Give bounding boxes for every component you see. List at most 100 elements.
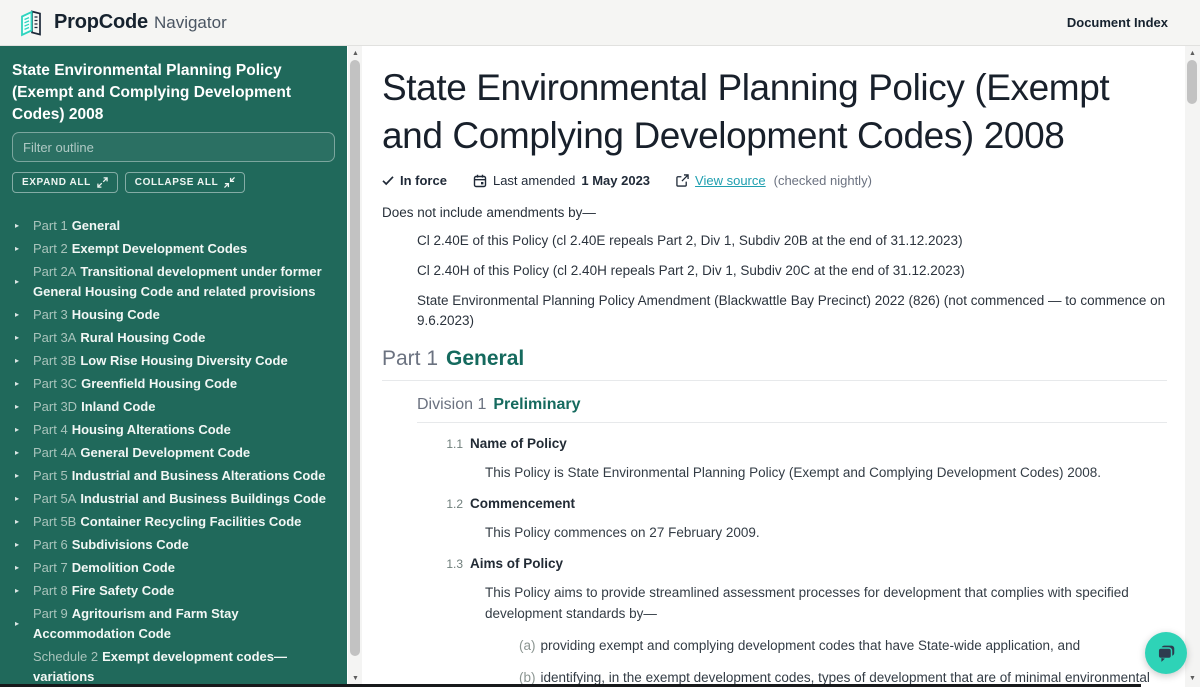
- section-paragraph: This Policy commences on 27 February 200…: [485, 522, 1167, 543]
- list-marker: (b): [519, 670, 536, 685]
- division-block: Division 1 Preliminary 1.1 Name of Policy…: [417, 396, 1167, 687]
- collapse-icon: [224, 177, 235, 188]
- caret-right-icon: ▸: [15, 489, 19, 509]
- document-index-link[interactable]: Document Index: [1067, 15, 1168, 30]
- caret-right-icon: ▸: [15, 420, 19, 440]
- calendar-icon: [473, 174, 487, 188]
- outline-item-title: Subdivisions Code: [72, 537, 189, 552]
- caret-right-icon: ▸: [15, 328, 19, 348]
- status-text: In force: [400, 173, 447, 188]
- amendment-note: Cl 2.40E of this Policy (cl 2.40E repeal…: [417, 231, 1167, 251]
- app-header: PropCode Navigator Document Index: [0, 0, 1200, 46]
- outline-item[interactable]: ▸Part 1General: [12, 216, 335, 236]
- outline-item-title: Exempt Development Codes: [72, 241, 248, 256]
- outline-item-title: Container Recycling Facilities Code: [80, 514, 301, 529]
- collapse-all-label: COLLAPSE ALL: [135, 177, 219, 188]
- outline-item[interactable]: ▸Part 3CGreenfield Housing Code: [12, 374, 335, 394]
- caret-right-icon: ▸: [15, 466, 19, 486]
- outline-item[interactable]: ▸Part 3BLow Rise Housing Diversity Code: [12, 351, 335, 371]
- source-check-note: (checked nightly): [774, 173, 872, 188]
- outline-item[interactable]: ▸Part 9Agritourism and Farm Stay Accommo…: [12, 604, 335, 644]
- outline-item[interactable]: ▸Part 3DInland Code: [12, 397, 335, 417]
- outline-item-number: Part 2: [33, 241, 68, 256]
- sidebar: State Environmental Planning Policy (Exe…: [0, 46, 347, 687]
- section-heading: 1.3 Aims of Policy: [437, 556, 1167, 571]
- outline-item[interactable]: ▸Part 5Industrial and Business Alteratio…: [12, 466, 335, 486]
- outline-item[interactable]: ▸Part 2Exempt Development Codes: [12, 239, 335, 259]
- list-marker: (a): [519, 638, 536, 653]
- sidebar-scrollbar-thumb[interactable]: [350, 60, 360, 656]
- outline-item-title: Rural Housing Code: [80, 330, 205, 345]
- outline-item[interactable]: ▸Part 5BContainer Recycling Facilities C…: [12, 512, 335, 532]
- outline-item-title: Transitional development under former Ge…: [33, 264, 322, 299]
- section-heading: 1.2 Commencement: [437, 496, 1167, 511]
- outline-item[interactable]: ▸Schedule 2Exempt development codes—vari…: [12, 647, 335, 687]
- caret-right-icon: ▸: [15, 614, 19, 634]
- outline-item-title: Fire Safety Code: [72, 583, 175, 598]
- division-number: Division 1: [417, 396, 486, 413]
- outline-item-number: Part 3A: [33, 330, 76, 345]
- outline-item-number: Part 4: [33, 422, 68, 437]
- outline-item[interactable]: ▸Part 5AIndustrial and Business Building…: [12, 489, 335, 509]
- outline-controls: EXPAND ALL COLLAPSE ALL: [12, 172, 335, 193]
- external-link-icon: [676, 174, 689, 187]
- sidebar-scrollbar[interactable]: ▲ ▼: [347, 46, 362, 687]
- caret-right-icon: ▸: [15, 272, 19, 292]
- scroll-up-arrow[interactable]: ▲: [1185, 47, 1200, 60]
- aims-list-item: (a) providing exempt and complying develo…: [519, 635, 1167, 656]
- source-row: View source (checked nightly): [676, 173, 872, 188]
- expand-icon: [97, 177, 108, 188]
- sidebar-doc-title: State Environmental Planning Policy (Exe…: [12, 60, 335, 126]
- outline-item[interactable]: ▸Part 3Housing Code: [12, 305, 335, 325]
- check-icon: [382, 175, 394, 186]
- amended-label: Last amended: [493, 173, 575, 188]
- division-title: Preliminary: [493, 396, 580, 413]
- outline-item-number: Part 9: [33, 606, 68, 621]
- caret-right-icon: ▸: [15, 558, 19, 578]
- expand-all-label: EXPAND ALL: [22, 177, 91, 188]
- main-scrollbar-thumb[interactable]: [1187, 60, 1197, 104]
- list-text: providing exempt and complying developme…: [541, 638, 1081, 653]
- outline-item-number: Part 6: [33, 537, 68, 552]
- caret-right-icon: ▸: [15, 535, 19, 555]
- section-title: Name of Policy: [470, 436, 567, 451]
- section-heading: 1.1 Name of Policy: [437, 436, 1167, 451]
- collapse-all-button[interactable]: COLLAPSE ALL: [125, 172, 246, 193]
- part-heading: Part 1 General: [382, 347, 1167, 381]
- outline-item[interactable]: ▸ Part 3A Rural Housing Code: [12, 328, 335, 348]
- outline-item[interactable]: ▸ Part 2ATransitional development under f…: [12, 262, 335, 302]
- part-number: Part 1: [382, 347, 438, 370]
- amendments-intro: Does not include amendments by—: [382, 205, 1167, 220]
- part-title: General: [446, 347, 524, 370]
- outline-item[interactable]: ▸Part 8Fire Safety Code: [12, 581, 335, 601]
- scroll-up-arrow[interactable]: ▲: [348, 47, 363, 60]
- amendment-note: Cl 2.40H of this Policy (cl 2.40H repeal…: [417, 261, 1167, 281]
- expand-all-button[interactable]: EXPAND ALL: [12, 172, 118, 193]
- caret-right-icon: ▸: [15, 512, 19, 532]
- brand-suffix: Navigator: [154, 13, 227, 33]
- outline-item-number: Part 2A: [33, 264, 76, 279]
- section: 1.1 Name of Policy This Policy is State …: [437, 436, 1167, 483]
- outline-item[interactable]: ▸ Part 6 Subdivisions Code: [12, 535, 335, 555]
- outline-item-number: Part 3: [33, 307, 68, 322]
- outline-item-title: Low Rise Housing Diversity Code: [80, 353, 287, 368]
- outline-item-number: Part 3B: [33, 353, 76, 368]
- section-number: 1.1: [437, 437, 463, 451]
- chat-widget-button[interactable]: [1145, 632, 1187, 674]
- scroll-down-arrow[interactable]: ▼: [1185, 672, 1200, 685]
- outline-item-title: Housing Code: [72, 307, 160, 322]
- outline-item[interactable]: ▸Part 7Demolition Code: [12, 558, 335, 578]
- outline-list: ▸Part 1General ▸ Part 2 Exempt Development …: [12, 216, 335, 687]
- view-source-link[interactable]: View source: [695, 173, 766, 188]
- outline-item[interactable]: ▸Part 4Housing Alterations Code: [12, 420, 335, 440]
- main-scrollbar[interactable]: ▲ ▼: [1185, 46, 1200, 687]
- caret-right-icon: ▸: [15, 443, 19, 463]
- brand: PropCode Navigator: [16, 8, 227, 38]
- filter-outline-input[interactable]: [12, 132, 335, 162]
- outline-item-number: Schedule 2: [33, 649, 98, 664]
- chat-bubbles-icon: [1155, 642, 1177, 664]
- section-title: Commencement: [470, 496, 575, 511]
- outline-item-title: General Development Code: [80, 445, 250, 460]
- outline-item-number: Part 3D: [33, 399, 77, 414]
- outline-item[interactable]: ▸Part 4AGeneral Development Code: [12, 443, 335, 463]
